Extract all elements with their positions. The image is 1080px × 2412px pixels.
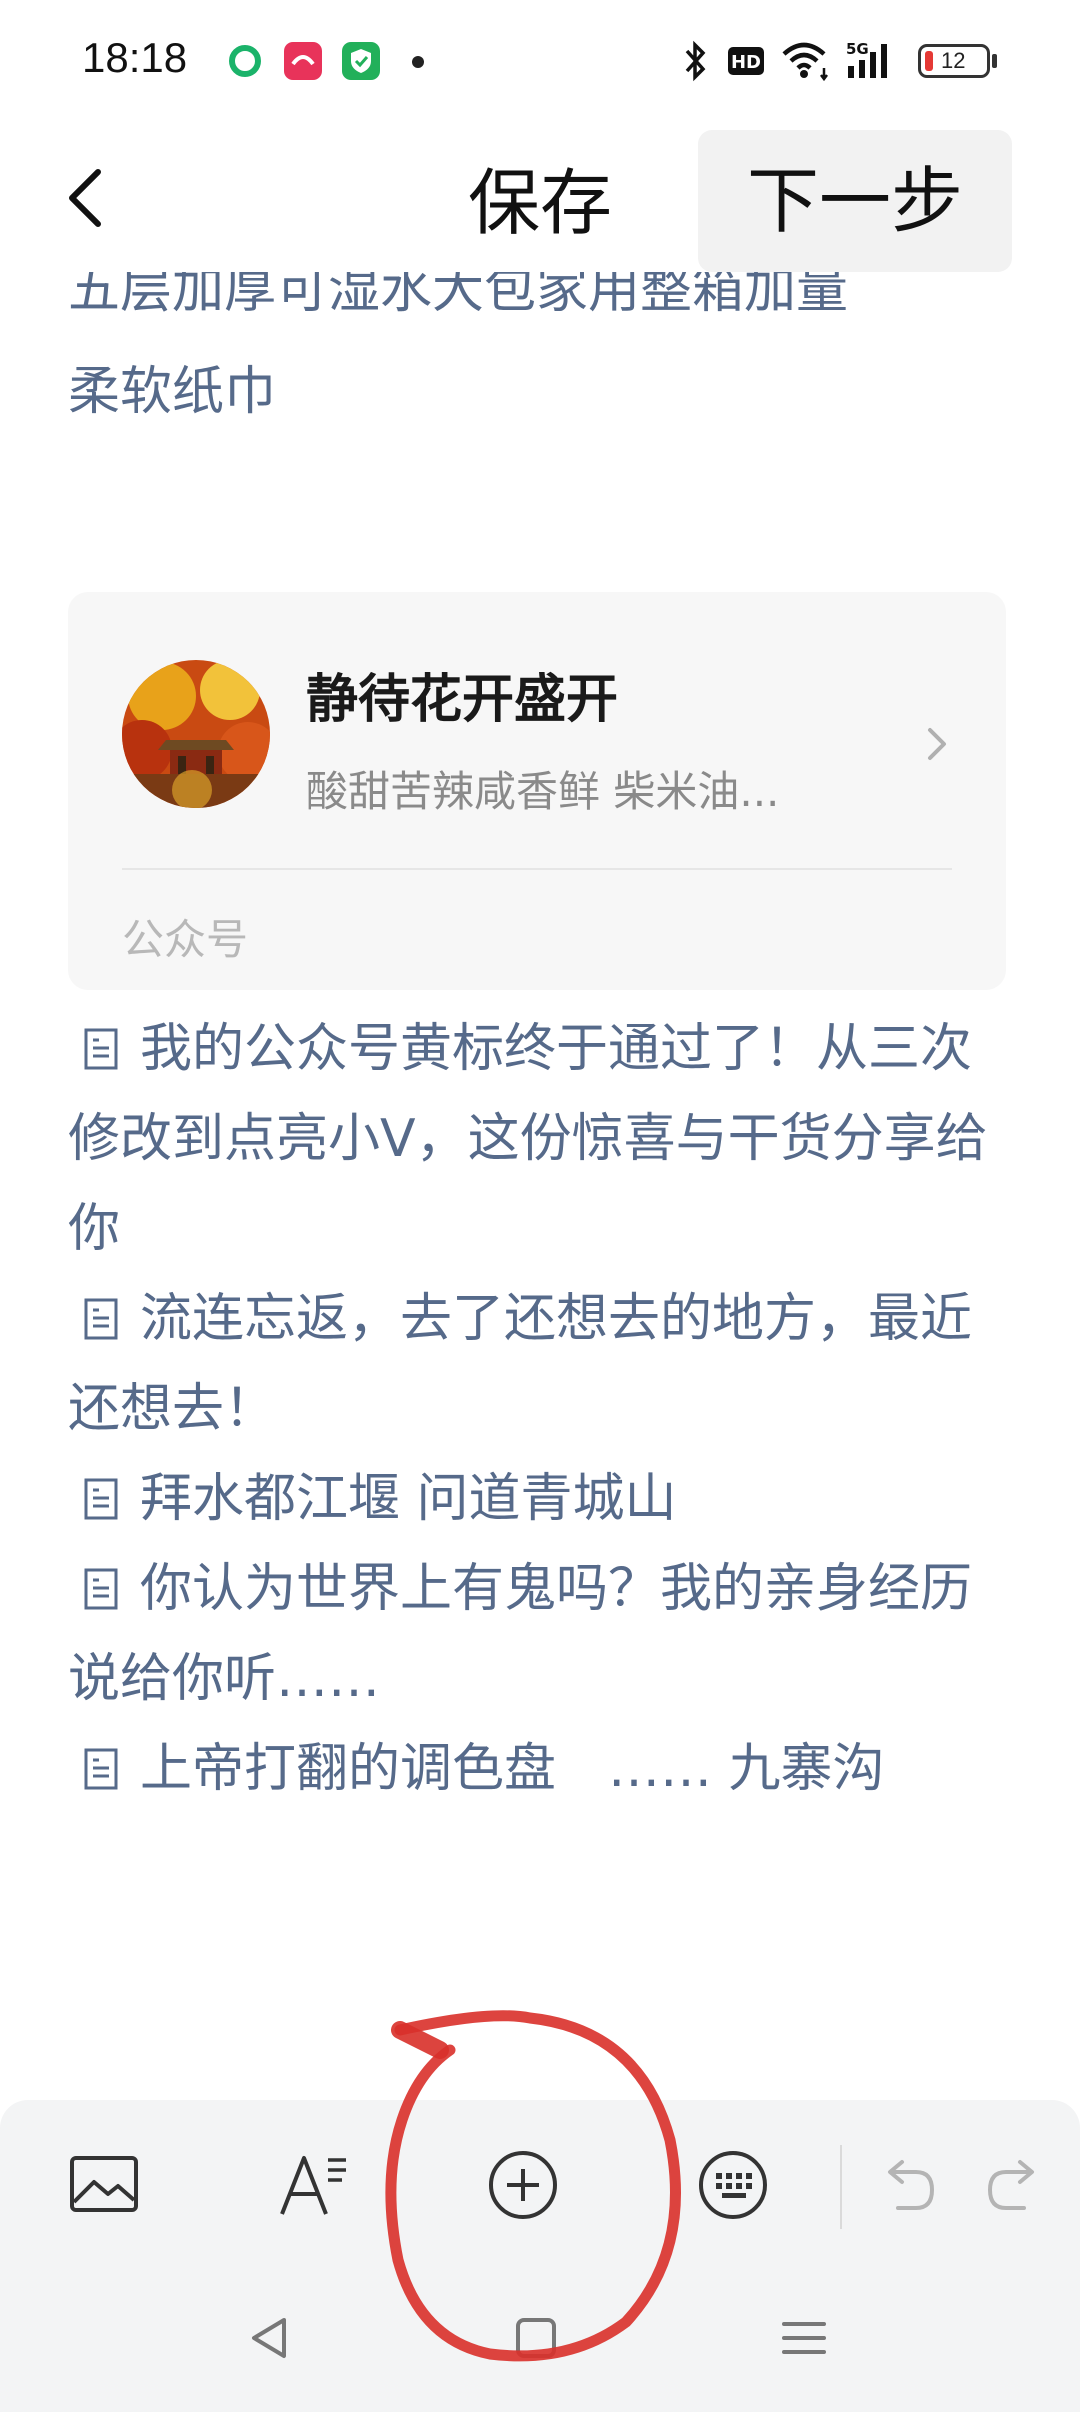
account-type-label: 公众号 [122, 915, 249, 964]
article-text-line: 五层加厚可湿水大包家用整箱加量 [68, 272, 849, 320]
undo-icon [888, 2160, 935, 2210]
battery-level: 12 [941, 48, 966, 73]
wifi-icon [780, 38, 832, 84]
article-content[interactable]: 五层加厚可湿水大包家用整箱加量 柔软纸巾 静待花开盛开 酸甜苦辣咸香鲜 柴米油.… [0, 272, 1080, 2052]
insert-image-button[interactable] [60, 2140, 150, 2230]
redo-icon [987, 2160, 1034, 2210]
image-icon [70, 2156, 138, 2212]
menu-lines-icon [782, 2322, 826, 2354]
text-format-icon [280, 2156, 346, 2215]
bluetooth-icon [680, 38, 710, 84]
undo-button[interactable] [862, 2140, 952, 2230]
account-description: 酸甜苦辣咸香鲜 柴米油... [306, 767, 780, 816]
battery-icon: 12 [918, 44, 990, 78]
add-content-button[interactable] [478, 2140, 568, 2230]
next-step-button[interactable]: 下一步 [698, 130, 1012, 272]
article-link[interactable]: 流连忘返，去了还想去的地方，最近还想去！ [68, 1274, 1018, 1454]
svg-text:5G: 5G [846, 40, 869, 58]
article-link[interactable]: 拜水都江堰 问道青城山 [68, 1454, 1018, 1544]
save-button[interactable]: 保存 [440, 148, 640, 258]
system-back-button[interactable] [240, 2308, 300, 2368]
account-avatar [122, 660, 270, 808]
chevron-right-icon [918, 714, 958, 774]
back-button[interactable] [50, 158, 130, 238]
document-icon [82, 1460, 120, 1520]
document-icon [82, 1730, 120, 1790]
status-bar: 18:18 HD 5G 12 [0, 0, 1080, 125]
app-notification-icon [226, 42, 264, 80]
document-icon [82, 1550, 120, 1610]
system-home-button[interactable] [506, 2308, 566, 2368]
app-notification-icon [284, 42, 322, 80]
article-link[interactable]: 你认为世界上有鬼吗？我的亲身经历说给你听…… [68, 1544, 1018, 1724]
redo-button[interactable] [970, 2140, 1060, 2230]
system-recents-button[interactable] [774, 2308, 834, 2368]
cellular-signal-icon: 5G [844, 38, 902, 84]
chevron-left-icon [69, 169, 101, 227]
text-format-button[interactable] [270, 2140, 360, 2230]
keyboard-button[interactable] [688, 2140, 778, 2230]
official-account-card[interactable]: 静待花开盛开 酸甜苦辣咸香鲜 柴米油... 公众号 [68, 592, 1006, 990]
triangle-back-icon [252, 2318, 286, 2358]
hd-badge: HD [726, 38, 766, 84]
shield-app-icon [342, 42, 380, 80]
add-icon [489, 2151, 557, 2219]
card-divider [122, 868, 952, 870]
article-link[interactable]: 上帝打翻的调色盘 …… 九寨沟 [68, 1724, 1018, 1814]
svg-text:HD: HD [731, 52, 761, 73]
article-text-line: 柔软纸巾 [68, 362, 277, 422]
account-name: 静待花开盛开 [306, 670, 619, 730]
document-icon [82, 1280, 120, 1340]
more-notifications-dot [412, 56, 424, 68]
square-home-icon [516, 2318, 556, 2358]
keyboard-icon [699, 2151, 767, 2219]
article-link[interactable]: 我的公众号黄标终于通过了！从三次修改到点亮小V，这份惊喜与干货分享给你 [68, 1004, 1018, 1274]
article-link-list: 我的公众号黄标终于通过了！从三次修改到点亮小V，这份惊喜与干货分享给你 流连忘返… [68, 1004, 1018, 1814]
toolbar-divider [840, 2145, 842, 2229]
editor-toolbar [0, 2100, 1080, 2412]
document-icon [82, 1010, 120, 1070]
status-time: 18:18 [82, 34, 188, 81]
